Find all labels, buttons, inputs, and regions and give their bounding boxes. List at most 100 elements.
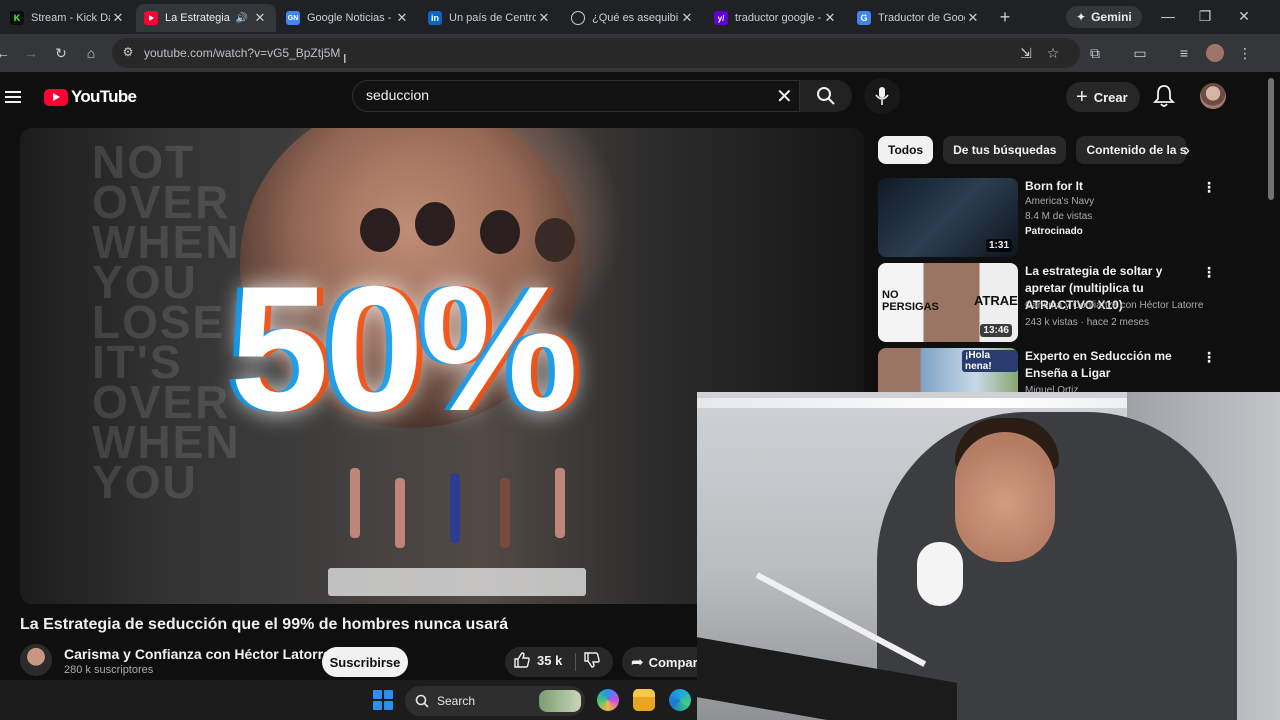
edge-browser-icon[interactable] — [669, 689, 691, 711]
dislike-button[interactable] — [583, 651, 601, 674]
recommendation-item[interactable]: NO PERSIGAS ATRAE 13:46 La estrategia de… — [878, 263, 1250, 343]
copilot-icon[interactable] — [597, 689, 619, 711]
text-cursor-icon: I — [343, 51, 347, 66]
create-label: Crear — [1093, 89, 1128, 105]
site-info-icon[interactable]: ⚙ — [120, 45, 136, 61]
tab-close-icon[interactable]: ✕ — [965, 10, 981, 26]
tab-close-icon[interactable]: ✕ — [679, 10, 695, 26]
chip-contenido-serie[interactable]: Contenido de la serie — [1076, 136, 1187, 164]
tab-close-icon[interactable]: ✕ — [536, 10, 552, 26]
tab-search-icon[interactable]: ▭ — [1131, 44, 1149, 62]
tab-close-icon[interactable]: ✕ — [394, 10, 410, 26]
recommendation-channel: Carisma y Confianza con Héctor Latorre — [1025, 300, 1204, 311]
thumbs-down-icon — [584, 652, 600, 668]
tab-google-translate[interactable]: G Traductor de Goog ✕ — [849, 4, 989, 32]
gemini-button[interactable]: ✦ Gemini — [1066, 6, 1142, 28]
chevron-right-icon[interactable]: › — [1184, 140, 1190, 161]
tab-title: Stream - Kick Dash — [31, 12, 110, 24]
subscribe-button[interactable]: Suscribirse — [322, 647, 408, 677]
forward-arrow-icon[interactable]: → — [22, 44, 40, 62]
recommendation-thumbnail[interactable]: ¡Hola nena! — [878, 348, 1018, 394]
tab-title: Un país de Centro — [449, 12, 536, 24]
recommendation-views: 8.4 M de vistas — [1025, 211, 1093, 222]
share-arrow-icon: ➦ — [631, 654, 644, 671]
tab-google-news[interactable]: GN Google Noticias - ✕ — [278, 4, 418, 32]
like-button[interactable]: 35 k — [513, 651, 562, 669]
chatgpt-favicon-icon — [571, 11, 585, 25]
tab-yahoo[interactable]: y/ traductor google - ✕ — [706, 4, 846, 32]
thumbnail-text-right: ATRAE — [974, 293, 1018, 308]
profile-avatar-icon[interactable] — [1206, 44, 1224, 62]
install-app-icon[interactable]: ⇲ — [1017, 44, 1035, 62]
media-controls-icon[interactable]: ≡ — [1175, 44, 1193, 62]
tab-close-icon[interactable]: ✕ — [252, 10, 268, 26]
channel-name[interactable]: Carisma y Confianza con Héctor Latorre — [64, 646, 331, 662]
youtube-logo[interactable]: YouTube — [44, 87, 137, 107]
search-button[interactable] — [800, 80, 852, 112]
recommendation-item[interactable]: 1:31 Born for It America's Navy 8.4 M de… — [878, 178, 1250, 258]
chip-de-tus-busquedas[interactable]: De tus búsquedas — [943, 136, 1067, 164]
tab-linkedin[interactable]: in Un país de Centro ✕ — [420, 4, 560, 32]
youtube-play-icon — [44, 88, 68, 106]
restore-icon[interactable]: ❐ — [1197, 8, 1213, 25]
back-arrow-icon[interactable]: ← — [0, 44, 12, 62]
yahoo-favicon-icon: y/ — [714, 11, 728, 25]
gemini-label: Gemini — [1091, 10, 1132, 24]
subscriber-count: 280 k suscriptores — [64, 664, 154, 676]
minimize-icon[interactable]: — — [1160, 8, 1176, 24]
recommendation-thumbnail[interactable]: NO PERSIGAS ATRAE 13:46 — [878, 263, 1018, 342]
streamer-face — [955, 432, 1055, 562]
more-options-icon[interactable]: ⋮ — [1202, 350, 1216, 364]
scrollbar-thumb[interactable] — [1268, 78, 1274, 200]
search-input[interactable] — [366, 87, 766, 103]
google-translate-favicon-icon: G — [857, 11, 871, 25]
channel-avatar[interactable] — [20, 644, 52, 676]
recommendation-thumbnail[interactable]: 1:31 — [878, 178, 1018, 257]
more-options-icon[interactable]: ⋮ — [1202, 180, 1216, 194]
microphone-icon — [875, 87, 889, 105]
speaker-icon[interactable]: 🔊 — [236, 13, 248, 24]
account-avatar[interactable] — [1200, 83, 1226, 109]
browser-menu-icon[interactable]: ⋮ — [1236, 44, 1254, 62]
thumbnail-text-left: NO PERSIGAS — [882, 289, 939, 313]
taskbar-search-label: Search — [437, 694, 476, 708]
tab-kick[interactable]: K Stream - Kick Dash ✕ — [2, 4, 134, 32]
tab-chatgpt[interactable]: ¿Qué es asequibili ✕ — [563, 4, 703, 32]
recommendation-title[interactable]: Experto en Seducción me Enseña a Ligar — [1025, 348, 1205, 382]
address-bar[interactable]: ⚙ youtube.com/watch?v=vG5_BpZtj5M — [112, 38, 1080, 68]
chip-todos[interactable]: Todos — [878, 136, 934, 164]
file-explorer-icon[interactable] — [633, 689, 655, 711]
new-tab-plus-icon[interactable]: + — [996, 7, 1014, 28]
reload-icon[interactable]: ↻ — [52, 44, 70, 62]
more-options-icon[interactable]: ⋮ — [1202, 265, 1216, 279]
search-icon — [415, 694, 429, 708]
notifications-bell-icon[interactable] — [1152, 84, 1176, 108]
percent-overlay: 50% — [230, 249, 578, 448]
search-box[interactable] — [352, 80, 800, 112]
tab-close-icon[interactable]: ✕ — [822, 10, 838, 26]
tab-close-icon[interactable]: ✕ — [110, 10, 126, 26]
extensions-icon[interactable]: ⧉ — [1086, 44, 1104, 62]
filter-chips: Todos De tus búsquedas Contenido de la s… — [878, 136, 1187, 164]
recommendation-channel: America's Navy — [1025, 196, 1095, 207]
tab-title: La Estrategia d — [165, 12, 232, 24]
taskbar-search[interactable]: Search — [405, 686, 585, 716]
menu-hamburger-icon[interactable] — [5, 88, 21, 106]
tab-youtube[interactable]: La Estrategia d 🔊 ✕ — [136, 4, 276, 32]
windows-start-icon[interactable] — [373, 690, 393, 710]
home-icon[interactable]: ⌂ — [82, 44, 100, 62]
voice-search-button[interactable] — [864, 78, 900, 114]
bookmark-star-icon[interactable]: ☆ — [1044, 44, 1062, 62]
tab-title: Google Noticias - — [307, 12, 392, 24]
youtube-favicon-icon — [144, 11, 158, 25]
recommendation-title[interactable]: Born for It — [1025, 178, 1205, 195]
close-window-icon[interactable]: ✕ — [1236, 8, 1252, 25]
create-button[interactable]: + Crear — [1066, 82, 1140, 112]
browser-toolbar: ← → ↻ ⌂ ⚙ youtube.com/watch?v=vG5_BpZtj5… — [0, 34, 1280, 72]
clear-search-icon[interactable]: ✕ — [776, 84, 793, 109]
recommendation-item[interactable]: ¡Hola nena! Experto en Seducción me Ense… — [878, 348, 1250, 394]
thumbs-up-icon — [514, 652, 530, 668]
tab-title: ¿Qué es asequibili — [592, 12, 679, 24]
windows-taskbar — [0, 680, 697, 720]
video-title: La Estrategia de seducción que el 99% de… — [20, 616, 509, 633]
